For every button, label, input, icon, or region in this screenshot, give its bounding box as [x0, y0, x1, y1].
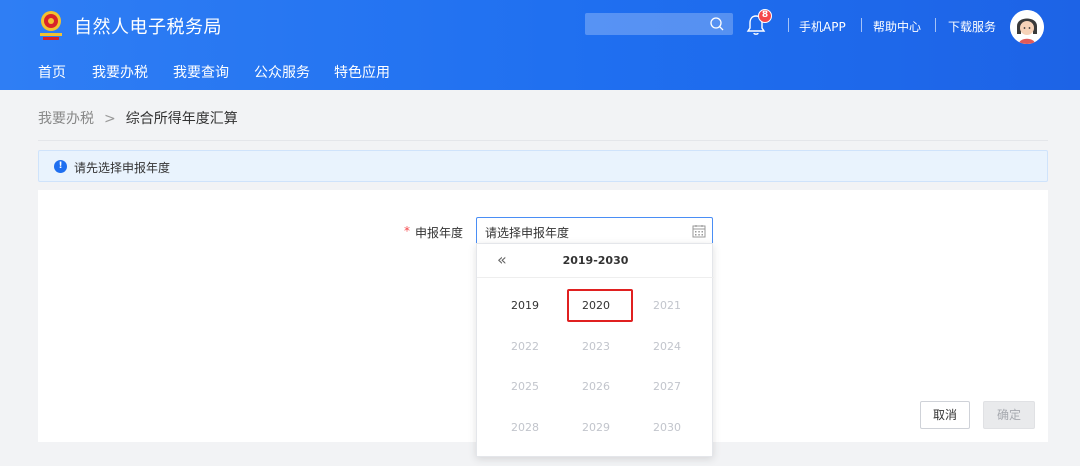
- nav-special-apps[interactable]: 特色应用: [334, 62, 390, 82]
- search-input[interactable]: [585, 13, 733, 35]
- year-cell-2023: 2023: [582, 340, 610, 353]
- calendar-icon[interactable]: [692, 224, 706, 238]
- info-icon: !: [54, 160, 67, 173]
- filing-year-placeholder: 请选择申报年度: [485, 226, 570, 240]
- year-cell-2027: 2027: [653, 380, 681, 393]
- mobile-app-link[interactable]: 手机APP: [799, 18, 846, 35]
- year-cell-2022: 2022: [511, 340, 539, 353]
- breadcrumb: 我要办税 > 综合所得年度汇算: [38, 108, 238, 128]
- divider: [38, 140, 1048, 141]
- search-icon[interactable]: [709, 16, 725, 32]
- divider: [477, 277, 714, 278]
- confirm-button[interactable]: 确定: [983, 401, 1035, 429]
- download-service-link[interactable]: 下载服务: [948, 18, 996, 35]
- year-cell-2028: 2028: [511, 421, 539, 434]
- year-cell-2021: 2021: [653, 299, 681, 312]
- notice-text: 请先选择申报年度: [74, 161, 171, 175]
- divider: [788, 18, 789, 32]
- year-cell-2024: 2024: [653, 340, 681, 353]
- year-cell-2026: 2026: [582, 380, 610, 393]
- year-cell-2025: 2025: [511, 380, 539, 393]
- prev-decade-icon[interactable]: «: [497, 250, 507, 269]
- year-2020-highlight-box: [567, 289, 633, 322]
- breadcrumb-separator: >: [104, 111, 116, 127]
- required-mark: *: [404, 224, 410, 238]
- nav-public-service[interactable]: 公众服务: [254, 62, 310, 82]
- breadcrumb-current: 综合所得年度汇算: [125, 111, 238, 127]
- year-range-label: 2019-2030: [562, 254, 629, 267]
- top-header: 自然人电子税务局 8 手机APP 帮助中心 下载服务 首页 我要办税 我要查询 …: [0, 0, 1080, 90]
- cancel-button[interactable]: 取消: [920, 401, 970, 429]
- nav-query[interactable]: 我要查询: [173, 62, 229, 82]
- year-picker-dropdown: 2019-2030 « 2019 2020 2021 2022 2023 202…: [476, 243, 714, 457]
- filing-year-select[interactable]: 请选择申报年度: [476, 217, 713, 245]
- user-avatar[interactable]: [1010, 10, 1044, 44]
- filing-year-label: 申报年度: [415, 226, 464, 240]
- breadcrumb-parent[interactable]: 我要办税: [38, 111, 94, 127]
- notification-badge: 8: [758, 9, 772, 23]
- notice-bar: ! 请先选择申报年度: [38, 150, 1048, 182]
- nav-tax-filing[interactable]: 我要办税: [92, 62, 148, 82]
- year-cell-2030: 2030: [653, 421, 681, 434]
- divider: [861, 18, 862, 32]
- app-title[interactable]: 自然人电子税务局: [74, 13, 222, 39]
- tax-emblem-logo[interactable]: [38, 10, 64, 42]
- year-cell-2019[interactable]: 2019: [495, 296, 555, 316]
- divider: [935, 18, 936, 32]
- year-cell-2029: 2029: [582, 421, 610, 434]
- help-center-link[interactable]: 帮助中心: [873, 18, 921, 35]
- nav-home[interactable]: 首页: [38, 62, 66, 82]
